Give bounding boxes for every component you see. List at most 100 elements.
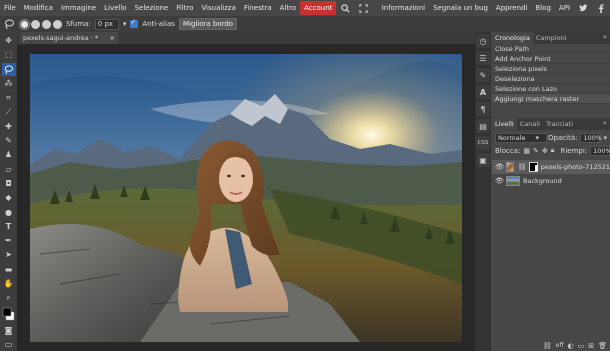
new-layer-icon[interactable]: ⊞	[588, 342, 594, 350]
chevron-down-icon[interactable]: ▾	[603, 134, 607, 142]
dodge-tool-icon[interactable]: ●	[2, 205, 16, 218]
lasso-tool-icon[interactable]	[2, 18, 16, 30]
document-tab[interactable]: pexels-sagui-andrea · * ×	[20, 32, 118, 44]
paragraph-panel-icon[interactable]: ¶	[476, 102, 490, 116]
character-panel-icon[interactable]: A	[476, 85, 490, 99]
menu-file[interactable]: File	[0, 1, 20, 15]
history-item[interactable]: Seleziona pixels	[492, 64, 610, 74]
menu-immagine[interactable]: Immagine	[57, 1, 100, 15]
menu-selezione[interactable]: Selezione	[131, 1, 173, 15]
menu-visualizza[interactable]: Visualizza	[197, 1, 239, 15]
tab-canali[interactable]: Canali	[517, 118, 543, 130]
tab-campioni[interactable]: Campioni	[533, 32, 570, 44]
antialias-checkbox[interactable]	[130, 18, 139, 28]
subtract-selection-mode[interactable]	[42, 19, 51, 29]
history-item[interactable]: Selezione con Lazo	[492, 84, 610, 94]
eyedropper-tool-icon[interactable]: ⟋	[2, 105, 16, 118]
properties-panel-icon[interactable]: ☰	[476, 51, 490, 65]
paint-bucket-tool-icon[interactable]: ◘	[2, 177, 16, 190]
fullscreen-icon[interactable]	[357, 2, 369, 14]
menu-altro[interactable]: Altro	[276, 1, 301, 15]
eraser-tool-icon[interactable]: ▱	[2, 163, 16, 176]
screen-mode-icon[interactable]: ▭	[2, 338, 16, 351]
tab-livelli[interactable]: Livelli	[492, 118, 517, 130]
lasso-tool-icon[interactable]	[1, 62, 16, 76]
lock-position-icon[interactable]: ✥	[542, 147, 548, 155]
healing-tool-icon[interactable]: ✚	[2, 120, 16, 133]
color-swatches[interactable]	[2, 305, 16, 322]
history-item[interactable]: Close Path	[492, 44, 610, 54]
link-layers-icon[interactable]: ⛓︎	[543, 342, 552, 350]
history-panel-icon[interactable]: ◷	[476, 34, 490, 48]
opacity-input[interactable]: 100%	[580, 132, 602, 143]
info-panel-icon[interactable]: ▤	[476, 119, 490, 133]
options-bar: Sfuma: 0 px ▾ Anti-alias Migliora bordo	[0, 16, 610, 32]
link-api[interactable]: API	[555, 1, 574, 15]
canvas-area[interactable]	[17, 44, 475, 351]
delete-layer-icon[interactable]: 🗑︎	[598, 342, 607, 350]
menu-finestra[interactable]: Finestra	[240, 1, 276, 15]
layer-row[interactable]: 👁︎ ⛓︎ pexels-photo-712521	[492, 160, 610, 174]
layer-row[interactable]: 👁︎ Background	[492, 174, 610, 188]
image-canvas[interactable]	[30, 54, 462, 342]
layer-name: pexels-photo-712521	[540, 163, 610, 171]
quick-mask-icon[interactable]: ◙	[2, 323, 16, 336]
link-apprendi[interactable]: Apprendi	[492, 1, 532, 15]
intersect-selection-mode[interactable]	[53, 19, 62, 29]
marquee-tool-icon[interactable]: ⬚	[2, 48, 16, 61]
link-icon[interactable]: ⛓︎	[517, 163, 526, 171]
feather-dropdown-icon[interactable]: ▾	[123, 20, 127, 28]
link-informazioni[interactable]: Informazioni	[378, 1, 429, 15]
search-icon[interactable]	[339, 2, 351, 14]
layer-name: Background	[523, 177, 562, 185]
brush-panel-icon[interactable]: ✎	[476, 68, 490, 82]
feather-input[interactable]: 0 px	[94, 18, 119, 30]
eye-icon[interactable]: 👁︎	[495, 177, 504, 185]
type-tool-icon[interactable]: T	[2, 220, 16, 233]
twitter-icon[interactable]	[577, 2, 589, 14]
magic-wand-tool-icon[interactable]: ⁂	[2, 77, 16, 90]
lock-transparency-icon[interactable]: ▦	[523, 147, 530, 155]
shape-tool-icon[interactable]: ▬	[2, 263, 16, 276]
adjustment-icon[interactable]: ◐	[568, 342, 574, 350]
collapse-icon[interactable]: »	[603, 33, 607, 41]
tab-cronologia[interactable]: Cronologia	[492, 32, 533, 44]
path-select-tool-icon[interactable]: ➤	[2, 248, 16, 261]
history-list: Close Path Add Anchor Point Seleziona pi…	[492, 44, 610, 104]
history-item-current[interactable]: Aggiungi maschera raster	[492, 94, 610, 104]
lock-paint-icon[interactable]: ✎	[533, 147, 539, 155]
refine-edge-button[interactable]: Migliora bordo	[178, 18, 238, 30]
layer-mask-thumbnail[interactable]	[529, 162, 539, 172]
hand-tool-icon[interactable]: ✋	[2, 277, 16, 290]
move-tool-icon[interactable]: ✥	[2, 34, 16, 47]
history-item[interactable]: Deseleziona	[492, 74, 610, 84]
close-icon[interactable]: ×	[110, 32, 115, 44]
menu-filtro[interactable]: Filtro	[172, 1, 197, 15]
history-item[interactable]: Add Anchor Point	[492, 54, 610, 64]
account-button[interactable]: Account	[300, 1, 337, 15]
zoom-tool-icon[interactable]: ⌕	[2, 291, 16, 304]
brush-tool-icon[interactable]: ✎	[2, 134, 16, 147]
new-group-icon[interactable]: ▭	[578, 342, 585, 350]
new-selection-mode[interactable]	[19, 18, 30, 30]
css-panel-icon[interactable]: CSS	[476, 136, 490, 150]
blur-tool-icon[interactable]: ◆	[2, 191, 16, 204]
add-selection-mode[interactable]	[31, 19, 40, 29]
fill-input[interactable]: 100%	[590, 145, 610, 156]
collapse-icon[interactable]: »	[603, 119, 607, 127]
history-tabs: Cronologia Campioni »	[492, 32, 610, 44]
lock-all-icon[interactable]: 🔒︎	[551, 146, 555, 155]
effects-icon[interactable]: eff	[556, 342, 564, 349]
eye-icon[interactable]: 👁︎	[495, 163, 504, 171]
menu-modifica[interactable]: Modifica	[20, 1, 57, 15]
crop-tool-icon[interactable]: ⌗	[2, 91, 16, 104]
link-blog[interactable]: Blog	[531, 1, 554, 15]
pen-tool-icon[interactable]: ✒	[2, 234, 16, 247]
clone-stamp-tool-icon[interactable]: ♟	[2, 148, 16, 161]
tab-tracciati[interactable]: Tracciati	[543, 118, 576, 130]
image-panel-icon[interactable]: ▣	[476, 153, 490, 167]
menu-livello[interactable]: Livello	[100, 1, 130, 15]
chevron-down-icon: ▾	[535, 133, 540, 142]
link-segnala-bug[interactable]: Segnala un bug	[429, 1, 492, 15]
facebook-icon[interactable]	[595, 2, 607, 14]
